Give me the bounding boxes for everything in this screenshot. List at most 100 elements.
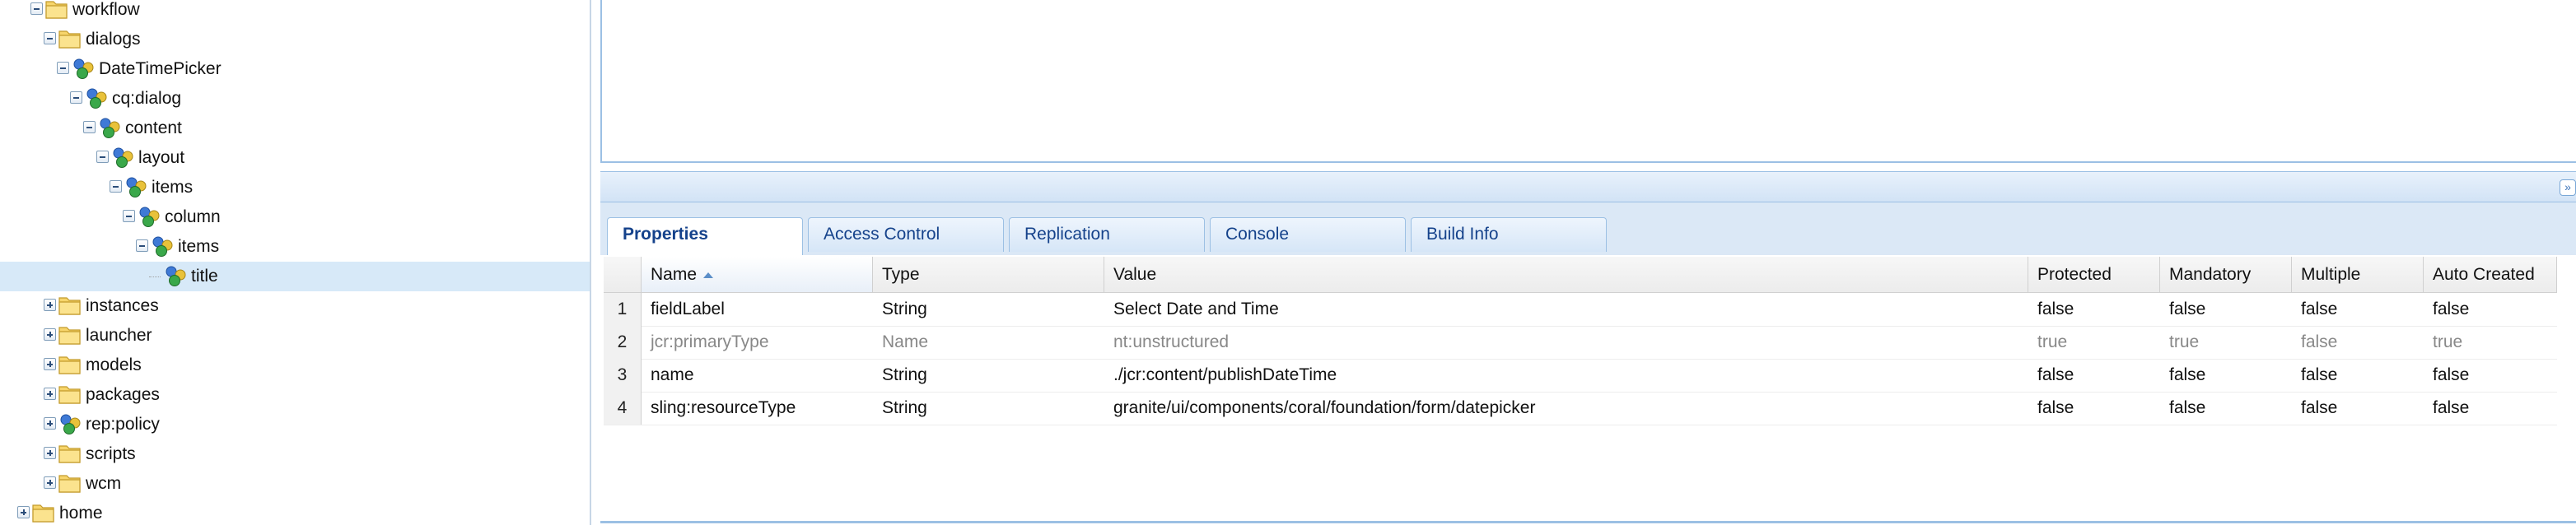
tab-properties[interactable]: Properties — [607, 217, 803, 255]
cell-multiple: false — [2301, 332, 2338, 351]
node-icon — [124, 175, 148, 198]
expand-toggle-icon[interactable] — [44, 447, 56, 459]
tab-build-info[interactable]: Build Info — [1411, 217, 1607, 252]
column-header-mandatory[interactable]: Mandatory — [2160, 257, 2292, 292]
expand-toggle-icon[interactable] — [17, 506, 30, 518]
folder-icon — [58, 442, 82, 465]
collapse-toggle-icon[interactable] — [96, 151, 109, 163]
tree-node-label: column — [165, 207, 221, 226]
tree-node[interactable]: title — [0, 262, 590, 291]
node-icon — [137, 205, 161, 228]
node-icon — [71, 57, 96, 80]
collapse-toggle-icon[interactable] — [110, 180, 122, 193]
tab-bar: Properties Access Control Replication Co… — [600, 202, 2576, 255]
cell-type: String — [882, 300, 927, 318]
cell-name: fieldLabel — [651, 300, 725, 318]
collapse-toggle-icon[interactable] — [30, 2, 43, 15]
cell-auto-created: false — [2433, 300, 2470, 318]
row-number: 1 — [604, 293, 642, 326]
column-header-type[interactable]: Type — [873, 257, 1104, 292]
column-header-multiple[interactable]: Multiple — [2292, 257, 2424, 292]
tree-node-label: scripts — [86, 444, 136, 463]
tree-node[interactable]: scripts — [0, 439, 590, 469]
tree-node[interactable]: rep:policy — [0, 410, 590, 439]
node-icon — [84, 86, 109, 109]
tree-node-label: models — [86, 355, 142, 374]
folder-icon — [58, 353, 82, 376]
cell-type: String — [882, 365, 927, 384]
panel-bottom-border — [600, 521, 2576, 523]
repository-tree: workflow dialogs DateTimePicker cq:dialog co… — [0, 0, 591, 525]
row-number: 3 — [604, 359, 642, 392]
tree-node[interactable]: content — [0, 114, 590, 143]
collapse-toggle-icon[interactable] — [70, 91, 82, 104]
column-header-auto-created[interactable]: Auto Created — [2424, 257, 2557, 292]
expand-toggle-icon[interactable] — [44, 476, 56, 489]
cell-mandatory: true — [2169, 332, 2200, 351]
tree-node[interactable]: items — [0, 173, 590, 202]
cell-mandatory: false — [2169, 365, 2206, 384]
cell-auto-created: false — [2433, 398, 2470, 417]
expand-toggle-icon[interactable] — [44, 299, 56, 311]
tree-node-label: launcher — [86, 326, 152, 345]
cell-multiple: false — [2301, 300, 2338, 318]
expand-toggle-icon[interactable] — [44, 417, 56, 430]
cell-mandatory: false — [2169, 398, 2206, 417]
column-header-protected[interactable]: Protected — [2028, 257, 2160, 292]
cell-protected: false — [2037, 365, 2074, 384]
tree-node[interactable]: launcher — [0, 321, 590, 351]
tree-node[interactable]: column — [0, 202, 590, 232]
cell-type: String — [882, 398, 927, 417]
panel-splitter[interactable]: » — [600, 171, 2576, 202]
column-header-value[interactable]: Value — [1104, 257, 2028, 292]
table-row[interactable]: 1 fieldLabel String Select Date and Time fal… — [604, 293, 2557, 327]
tree-node[interactable]: packages — [0, 380, 590, 410]
expand-toggle-icon[interactable] — [44, 388, 56, 400]
tree-node[interactable]: cq:dialog — [0, 84, 590, 114]
row-number: 2 — [604, 326, 642, 359]
tab-access-control[interactable]: Access Control — [808, 217, 1004, 252]
cell-multiple: false — [2301, 398, 2338, 417]
tree-node[interactable]: wcm — [0, 469, 590, 499]
node-icon — [97, 116, 122, 139]
folder-icon — [58, 323, 82, 346]
tree-node[interactable]: instances — [0, 291, 590, 321]
tree-node-label: cq:dialog — [112, 89, 182, 108]
tab-replication[interactable]: Replication — [1009, 217, 1205, 252]
double-chevron-down-icon[interactable]: » — [2560, 179, 2576, 196]
folder-icon — [58, 383, 82, 406]
collapse-toggle-icon[interactable] — [123, 210, 135, 222]
tree-node[interactable]: dialogs — [0, 25, 590, 54]
tree-node[interactable]: home — [0, 499, 590, 525]
collapse-toggle-icon[interactable] — [136, 239, 148, 252]
table-row[interactable]: 2 jcr:primaryType Name nt:unstructured true t… — [604, 326, 2557, 360]
grid-header: Name Type Value Protected Mandatory Mult… — [604, 257, 2557, 293]
cell-mandatory: false — [2169, 300, 2206, 318]
tree-node-label: packages — [86, 385, 160, 404]
tab-console[interactable]: Console — [1210, 217, 1406, 252]
cell-value: Select Date and Time — [1113, 300, 1279, 318]
tree-node[interactable]: layout — [0, 143, 590, 173]
column-header-name[interactable]: Name — [642, 257, 873, 292]
tree-node-label: dialogs — [86, 30, 141, 49]
collapse-toggle-icon[interactable] — [44, 32, 56, 44]
column-header-label: Name — [651, 265, 698, 284]
tree-node[interactable]: items — [0, 232, 590, 262]
tree-node-label: home — [59, 504, 103, 523]
node-icon — [110, 146, 135, 169]
tree-node-label: layout — [138, 148, 185, 167]
tree-node[interactable]: DateTimePicker — [0, 54, 590, 84]
table-row[interactable]: 3 name String ./jcr:content/publishDateTime… — [604, 359, 2557, 393]
collapse-toggle-icon[interactable] — [83, 121, 96, 133]
expand-toggle-icon[interactable] — [44, 328, 56, 341]
expand-toggle-icon[interactable] — [44, 358, 56, 370]
cell-value: granite/ui/components/coral/foundation/f… — [1113, 398, 1536, 417]
tree-node-label: DateTimePicker — [99, 59, 222, 78]
tree-node[interactable]: models — [0, 351, 590, 380]
tree-node-label: content — [125, 118, 182, 137]
table-row[interactable]: 4 sling:resourceType String granite/ui/comp… — [604, 392, 2557, 425]
collapse-toggle-icon[interactable] — [57, 62, 69, 74]
tree-node-label: title — [191, 267, 218, 286]
tree-node-label: items — [152, 178, 194, 197]
tree-node[interactable]: workflow — [0, 0, 590, 25]
